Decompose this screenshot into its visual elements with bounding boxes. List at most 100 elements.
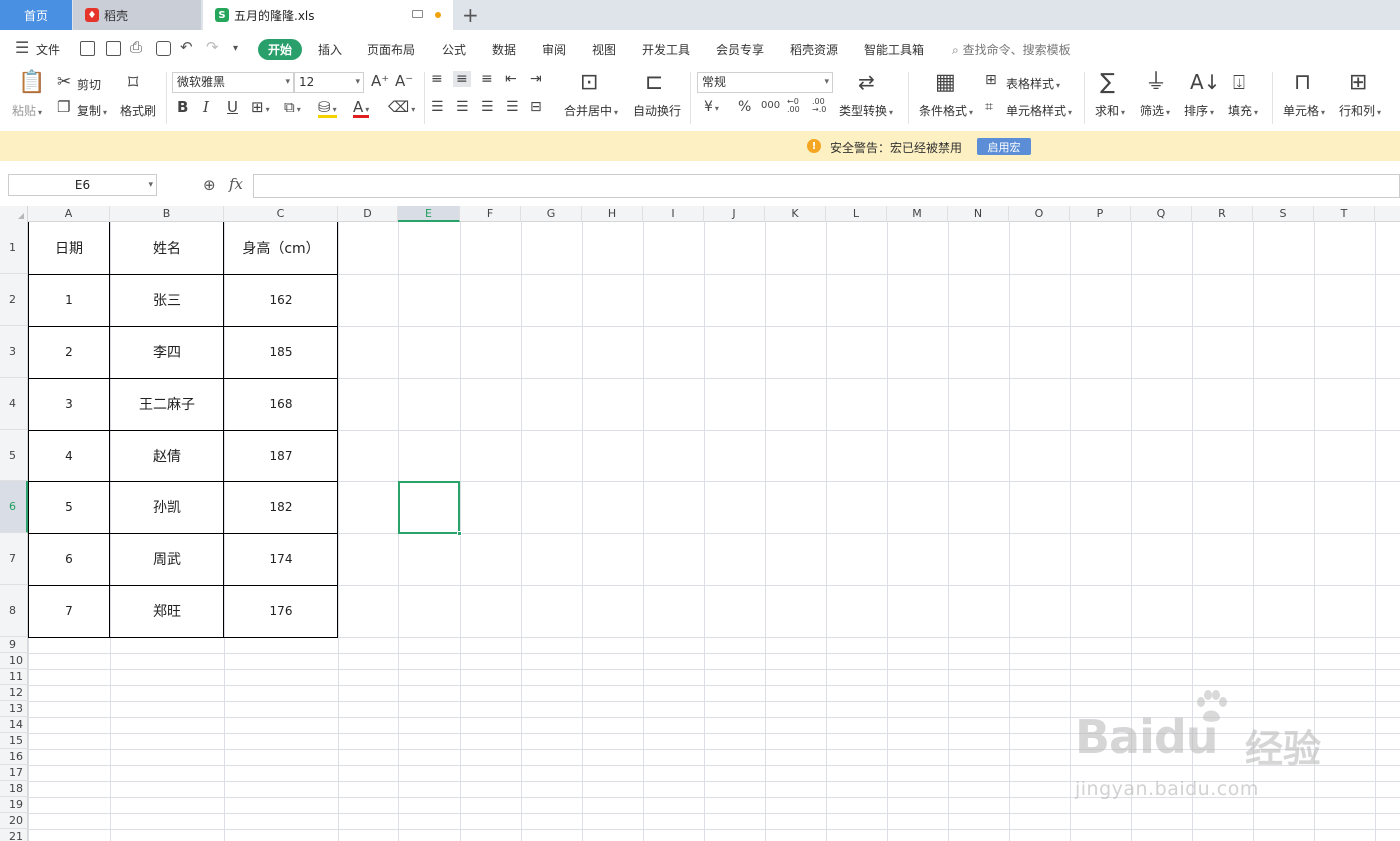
row-col-button[interactable]: 行和列▾ (1339, 102, 1381, 119)
quick-access-dropdown-icon[interactable]: ▾ (233, 43, 238, 54)
italic-button[interactable]: I (203, 100, 209, 115)
menu-page-layout[interactable]: 页面布局 (367, 41, 415, 58)
row-header-8[interactable]: 8 (0, 585, 28, 637)
zoom-icon[interactable]: ⊕ (203, 176, 216, 194)
clear-format-icon[interactable]: ⧉▾ (284, 100, 301, 115)
row-header-18[interactable]: 18 (0, 781, 28, 797)
row-header-3[interactable]: 3 (0, 326, 28, 378)
cell-style-icon[interactable]: ⌗ (985, 100, 993, 114)
name-box[interactable]: E6▾ (8, 174, 157, 196)
distribute-icon[interactable]: ⊟ (530, 100, 542, 114)
menu-data[interactable]: 数据 (492, 41, 516, 58)
row-header-19[interactable]: 19 (0, 797, 28, 813)
column-header-p[interactable]: P (1070, 206, 1131, 222)
column-header-e[interactable]: E (398, 206, 460, 222)
select-all-corner[interactable] (0, 206, 28, 222)
font-size-select[interactable]: 12▾ (294, 72, 364, 93)
column-header-r[interactable]: R (1192, 206, 1253, 222)
merge-center-button[interactable]: 合并居中▾ (564, 102, 618, 119)
table-cell[interactable]: 张三 (110, 274, 224, 326)
menu-view[interactable]: 视图 (592, 41, 616, 58)
table-header-cell[interactable]: 日期 (28, 222, 110, 274)
row-header-21[interactable]: 21 (0, 829, 28, 841)
column-header-n[interactable]: N (948, 206, 1009, 222)
table-cell[interactable]: 174 (224, 533, 338, 585)
new-tab-plus-icon[interactable]: + (462, 3, 479, 27)
table-cell[interactable]: 王二麻子 (110, 378, 224, 430)
export-icon[interactable] (106, 41, 121, 56)
tab-document[interactable]: S 五月的隆隆.xls (203, 0, 453, 30)
table-cell[interactable]: 郑旺 (110, 585, 224, 637)
type-convert-button[interactable]: 类型转换▾ (839, 102, 893, 119)
fill-icon[interactable]: ⍗ (1233, 72, 1245, 92)
increase-indent-icon[interactable]: ⇥ (530, 72, 542, 86)
font-grow-icon[interactable]: A⁺ (371, 74, 389, 89)
copy-icon[interactable]: ❐ (57, 100, 70, 115)
sum-icon[interactable]: ∑ (1100, 72, 1115, 94)
column-header-h[interactable]: H (582, 206, 643, 222)
filter-button[interactable]: 筛选▾ (1140, 102, 1170, 119)
filter-icon[interactable]: ⏚ (1145, 72, 1167, 94)
format-painter-button[interactable]: 格式刷 (120, 102, 156, 119)
menu-developer[interactable]: 开发工具 (642, 41, 690, 58)
cell-icon[interactable]: ⊓ (1294, 72, 1311, 94)
font-shrink-icon[interactable]: A⁻ (395, 74, 413, 89)
fill-button[interactable]: 填充▾ (1228, 102, 1258, 119)
row-header-10[interactable]: 10 (0, 653, 28, 669)
percent-button[interactable]: % (738, 100, 751, 114)
format-painter-icon[interactable]: ⌑ (128, 72, 138, 92)
table-cell[interactable]: 周武 (110, 533, 224, 585)
copy-button[interactable]: 复制▾ (77, 102, 107, 119)
table-cell[interactable]: 182 (224, 481, 338, 533)
table-cell[interactable]: 168 (224, 378, 338, 430)
column-header-i[interactable]: I (643, 206, 704, 222)
align-top-icon[interactable]: ≡ (431, 72, 443, 86)
column-header-s[interactable]: S (1253, 206, 1314, 222)
table-cell[interactable]: 赵倩 (110, 430, 224, 481)
table-cell[interactable]: 162 (224, 274, 338, 326)
wrap-text-button[interactable]: 自动换行 (633, 102, 681, 119)
column-header-o[interactable]: O (1009, 206, 1070, 222)
wrap-text-icon[interactable]: ⊏ (645, 72, 663, 94)
thousands-button[interactable]: 000 (761, 101, 780, 111)
column-header-d[interactable]: D (338, 206, 398, 222)
column-header-j[interactable]: J (704, 206, 765, 222)
print-icon[interactable]: ⎙ (130, 38, 142, 56)
row-header-4[interactable]: 4 (0, 378, 28, 430)
paste-icon[interactable]: 📋 (18, 72, 45, 94)
row-col-icon[interactable]: ⊞ (1349, 72, 1367, 94)
sort-icon[interactable]: A↓ (1190, 72, 1220, 92)
justify-icon[interactable]: ☰ (506, 100, 519, 114)
command-search[interactable]: ⌕ 查找命令、搜索模板 (952, 41, 1071, 58)
scissors-icon[interactable]: ✂ (57, 74, 71, 91)
row-header-5[interactable]: 5 (0, 430, 28, 481)
decrease-decimal-button[interactable]: .00 →.0 (812, 98, 832, 114)
conditional-format-button[interactable]: 条件格式▾ (919, 102, 973, 119)
fill-handle[interactable] (457, 531, 462, 536)
row-header-9[interactable]: 9 (0, 637, 28, 653)
row-header-16[interactable]: 16 (0, 749, 28, 765)
cell-button[interactable]: 单元格▾ (1283, 102, 1325, 119)
table-cell[interactable]: 6 (28, 533, 110, 585)
column-header-m[interactable]: M (887, 206, 948, 222)
row-header-14[interactable]: 14 (0, 717, 28, 733)
underline-button[interactable]: U (227, 100, 238, 115)
spreadsheet-grid[interactable]: ABCDEFGHIJKLMNOPQRST 1234567891011121314… (0, 206, 1400, 841)
font-name-select[interactable]: 微软雅黑▾ (172, 72, 294, 93)
row-header-13[interactable]: 13 (0, 701, 28, 717)
row-header-12[interactable]: 12 (0, 685, 28, 701)
decrease-indent-icon[interactable]: ⇤ (505, 72, 517, 86)
monitor-icon[interactable] (412, 10, 423, 18)
menu-member[interactable]: 会员专享 (716, 41, 764, 58)
menu-insert[interactable]: 插入 (318, 41, 342, 58)
column-header-g[interactable]: G (521, 206, 582, 222)
row-header-1[interactable]: 1 (0, 222, 28, 274)
column-header-a[interactable]: A (28, 206, 110, 222)
function-icon[interactable]: fx (229, 175, 243, 193)
column-header-t[interactable]: T (1314, 206, 1375, 222)
column-header-c[interactable]: C (224, 206, 338, 222)
sort-button[interactable]: 排序▾ (1184, 102, 1214, 119)
tab-home[interactable]: 首页 (0, 0, 72, 30)
conditional-format-icon[interactable]: ▦ (935, 72, 956, 94)
bold-button[interactable]: B (177, 100, 188, 115)
